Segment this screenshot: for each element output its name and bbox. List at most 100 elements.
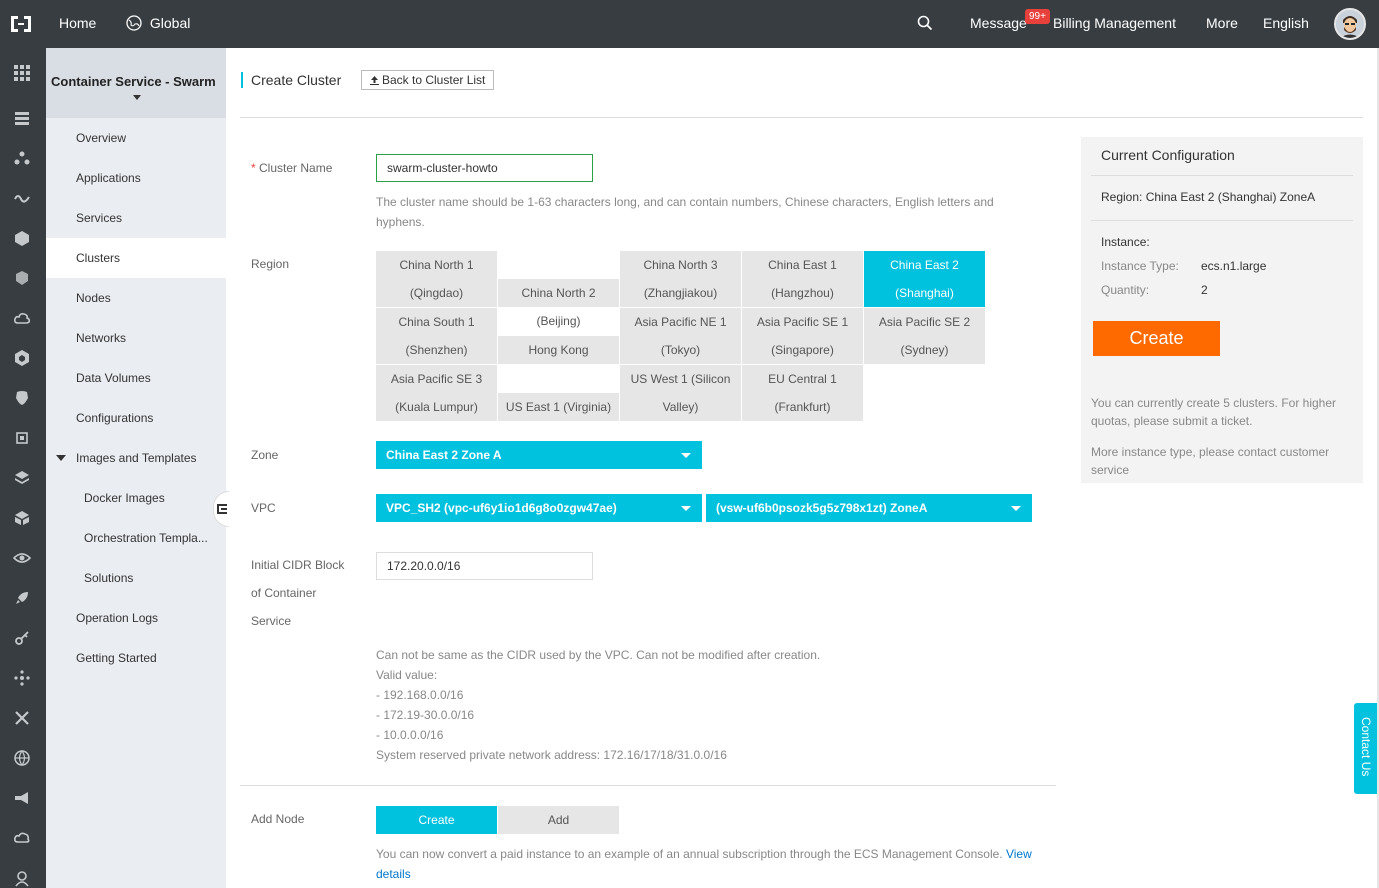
- region-option[interactable]: China North 1 (Qingdao): [376, 251, 497, 307]
- sidebar-item-getting-started[interactable]: Getting Started: [46, 638, 226, 678]
- cloud-icon[interactable]: [13, 309, 31, 327]
- upload-arrow-icon: [370, 76, 379, 85]
- tab-create-node[interactable]: Create: [376, 806, 497, 834]
- region-option[interactable]: China North 2 (Beijing): [498, 251, 619, 328]
- region-option-sublabel: (Tokyo): [660, 343, 701, 357]
- cluster-name-input[interactable]: swarm-cluster-howto: [376, 154, 593, 182]
- user-icon[interactable]: [13, 869, 31, 887]
- key-icon[interactable]: [13, 629, 31, 647]
- grid-icon[interactable]: [13, 64, 31, 82]
- megaphone-icon[interactable]: [13, 789, 31, 807]
- panel-title: Current Configuration: [1101, 147, 1235, 163]
- region-option[interactable]: US East 1 (Virginia): [498, 365, 619, 421]
- sidebar-item-nodes[interactable]: Nodes: [46, 278, 226, 318]
- sidebar-item-networks[interactable]: Networks: [46, 318, 226, 358]
- wave-icon[interactable]: [13, 189, 31, 207]
- vpc-select-value: VPC_SH2 (vpc-uf6y1io1d6g8o0zgw47ae): [386, 501, 617, 515]
- region-option[interactable]: Asia Pacific NE 1 (Tokyo): [620, 308, 741, 364]
- page-title: Create Cluster: [241, 72, 341, 88]
- home-link[interactable]: Home: [59, 0, 96, 48]
- vpc-select[interactable]: VPC_SH2 (vpc-uf6y1io1d6g8o0zgw47ae): [376, 494, 702, 522]
- sidebar-item-configurations[interactable]: Configurations: [46, 398, 226, 438]
- sidebar-item-overview[interactable]: Overview: [46, 118, 226, 158]
- region-option-sublabel: Valley): [662, 400, 699, 414]
- tab-add-node[interactable]: Add: [498, 806, 619, 834]
- sidebar-item-orchestration-templates[interactable]: Orchestration Templa...: [46, 518, 226, 558]
- region-option[interactable]: China East 2 (Shanghai): [864, 251, 985, 307]
- zone-select[interactable]: China East 2 Zone A: [376, 441, 702, 469]
- eye-icon[interactable]: [13, 549, 31, 567]
- region-option[interactable]: EU Central 1 (Frankfurt): [742, 365, 863, 421]
- rocket-icon[interactable]: [13, 589, 31, 607]
- box-icon[interactable]: [13, 509, 31, 527]
- back-button-label: Back to Cluster List: [382, 73, 486, 87]
- avatar-face-icon: [1336, 10, 1364, 38]
- hexagon-icon[interactable]: [13, 349, 31, 367]
- region-option[interactable]: China North 3 (Zhangjiakou): [620, 251, 741, 307]
- cluster-name-help: The cluster name should be 1-63 characte…: [376, 195, 994, 229]
- region-option-label: Asia Pacific SE 3: [390, 372, 483, 386]
- region-option-sublabel: (Sydney): [900, 343, 949, 357]
- billing-management-link[interactable]: Billing Management: [1053, 0, 1176, 48]
- contact-us-button[interactable]: Contact Us: [1354, 703, 1379, 794]
- search-icon[interactable]: [917, 15, 933, 31]
- cluster-name-label: * Cluster Name: [251, 161, 333, 175]
- chevron-down-icon: [133, 95, 141, 100]
- quota-note: You can currently create 5 clusters. For…: [1091, 396, 1337, 428]
- stack-icon[interactable]: [13, 469, 31, 487]
- view-details-link[interactable]: View: [1006, 847, 1032, 861]
- sidebar-item-solutions[interactable]: Solutions: [46, 558, 226, 598]
- product-icon-rail: [0, 48, 46, 888]
- region-option[interactable]: Asia Pacific SE 2 (Sydney): [864, 308, 985, 364]
- product-switcher[interactable]: Container Service - Swarm: [46, 48, 226, 118]
- chip-icon[interactable]: [13, 429, 31, 447]
- sidebar-item-operation-logs[interactable]: Operation Logs: [46, 598, 226, 638]
- shield-icon[interactable]: [13, 389, 31, 407]
- region-option[interactable]: China South 1 (Shenzhen): [376, 308, 497, 364]
- cidr-help-line: System reserved private network address:…: [376, 748, 727, 762]
- region-option[interactable]: Asia Pacific SE 3 (Kuala Lumpur): [376, 365, 497, 421]
- create-cluster-button[interactable]: Create: [1093, 321, 1220, 356]
- main-content: Create Cluster Back to Cluster List * Cl…: [226, 48, 1379, 888]
- cube-icon[interactable]: [13, 229, 31, 247]
- divider: [240, 785, 1056, 786]
- cross-icon[interactable]: [13, 709, 31, 727]
- network-icon[interactable]: [13, 149, 31, 167]
- sidebar-item-services[interactable]: Services: [46, 198, 226, 238]
- zone-select-value: China East 2 Zone A: [386, 448, 502, 462]
- vswitch-select[interactable]: (vsw-uf6b0psozk5g5z798x1zt) ZoneA: [706, 494, 1032, 522]
- product-title: Container Service - Swarm: [51, 74, 216, 89]
- region-option-label: Hong Kong: [498, 336, 619, 364]
- cidr-help-line: Can not be same as the CIDR used by the …: [376, 648, 821, 662]
- cubes-icon[interactable]: [13, 269, 31, 287]
- sidebar-group-images-and-templates[interactable]: Images and Templates: [46, 438, 226, 478]
- region-option[interactable]: China East 1 (Hangzhou): [742, 251, 863, 307]
- server-icon[interactable]: [13, 109, 31, 127]
- region-option-sublabel: (Singapore): [771, 343, 834, 357]
- region-option[interactable]: Hong Kong: [498, 308, 619, 364]
- add-node-label: Add Node: [251, 812, 305, 826]
- instance-type-key: Instance Type:: [1101, 259, 1179, 273]
- globe-icon[interactable]: [13, 749, 31, 767]
- message-link[interactable]: Message: [970, 0, 1027, 48]
- sidebar-item-clusters[interactable]: Clusters: [46, 238, 226, 278]
- language-selector[interactable]: English: [1263, 0, 1309, 48]
- sidebar-item-applications[interactable]: Applications: [46, 158, 226, 198]
- aliyun-logo[interactable]: [8, 13, 34, 35]
- cloud-storage-icon[interactable]: [13, 829, 31, 847]
- view-details-link-cont[interactable]: details: [376, 867, 411, 881]
- sidebar-item-data-volumes[interactable]: Data Volumes: [46, 358, 226, 398]
- global-selector[interactable]: Global: [126, 0, 190, 48]
- user-avatar[interactable]: [1334, 8, 1366, 40]
- region-option[interactable]: US West 1 (Silicon Valley): [620, 365, 741, 421]
- chevron-down-icon: [681, 506, 691, 511]
- contact-us-label: Contact Us: [1359, 717, 1373, 777]
- product-sidebar: Container Service - Swarm Overview Appli…: [46, 48, 226, 888]
- back-to-cluster-list-button[interactable]: Back to Cluster List: [361, 70, 495, 90]
- more-menu[interactable]: More: [1206, 0, 1238, 48]
- sidebar-item-docker-images[interactable]: Docker Images: [46, 478, 226, 518]
- cidr-help-line: - 172.19-30.0.0/16: [376, 708, 475, 722]
- cidr-input[interactable]: 172.20.0.0/16: [376, 552, 593, 580]
- nodes-icon[interactable]: [13, 669, 31, 687]
- region-option[interactable]: Asia Pacific SE 1 (Singapore): [742, 308, 863, 364]
